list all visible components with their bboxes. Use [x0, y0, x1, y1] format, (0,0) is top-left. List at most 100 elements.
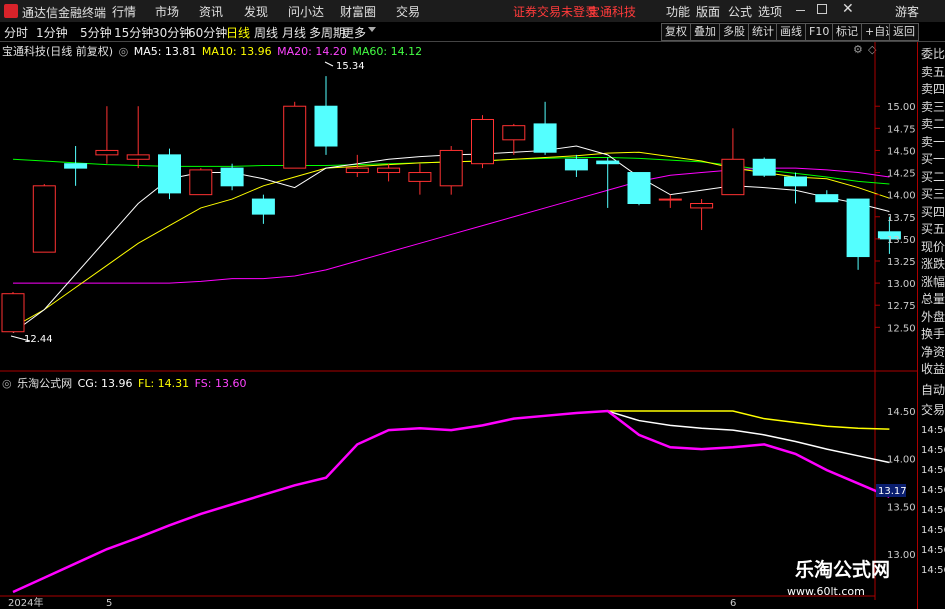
- candle-body: [784, 176, 807, 187]
- side-tab[interactable]: 14:56: [921, 502, 945, 519]
- price-tick: 12.50: [887, 323, 916, 334]
- candle: [502, 123, 526, 155]
- quote-label: 现价: [921, 239, 945, 254]
- candle-body: [815, 194, 839, 203]
- candle-body: [658, 198, 682, 201]
- side-tab[interactable]: 14:56: [921, 522, 945, 539]
- candle-body: [439, 149, 463, 187]
- price-axis: 15.00 14.75 14.50 14.25 14.00 13.75 13.50 13.25…: [875, 102, 916, 334]
- sub-tick: 13.50: [887, 502, 916, 513]
- quote-label: 买三: [921, 187, 945, 201]
- candle-body: [627, 172, 651, 204]
- low-price-label: 12.44: [24, 334, 53, 345]
- sub-tick: 13.00: [887, 550, 916, 561]
- kline-chart[interactable]: 15.00 14.75 14.50 14.25 14.00 13.75 13.50 13.25…: [0, 0, 917, 609]
- candle-body: [95, 149, 119, 156]
- candle-body: [690, 203, 714, 209]
- candle: [283, 101, 307, 169]
- candle-body: [345, 167, 369, 174]
- quote-label: 卖二: [921, 117, 945, 131]
- candle: [377, 163, 401, 182]
- candle: [658, 194, 682, 208]
- side-tab[interactable]: 自动: [921, 382, 945, 399]
- quote-label: 卖三: [921, 99, 945, 114]
- fs-line: [12, 409, 890, 594]
- price-tick: 14.50: [887, 146, 916, 157]
- quote-label: 买二: [921, 169, 945, 184]
- candle: [126, 106, 150, 169]
- candle-body: [502, 125, 526, 141]
- side-tab[interactable]: 14:56: [921, 542, 945, 559]
- side-tab[interactable]: 14:56: [921, 422, 945, 439]
- candle: [314, 76, 338, 155]
- side-tab[interactable]: 14:56: [921, 462, 945, 479]
- candle-body: [408, 172, 432, 182]
- candle: [32, 184, 56, 253]
- price-tick: 13.50: [887, 235, 916, 246]
- candle-body: [721, 158, 745, 196]
- candle: [64, 146, 88, 186]
- candle-body: [283, 105, 307, 169]
- candle-body: [251, 198, 275, 215]
- candle-body: [471, 118, 494, 165]
- watermark-title: 乐淘公式网: [795, 559, 891, 581]
- price-tick: 12.75: [887, 301, 916, 312]
- cg-line: [607, 410, 890, 464]
- price-tick: 15.00: [887, 102, 916, 113]
- high-marker-line: [324, 61, 334, 67]
- quote-label: 净资: [921, 344, 945, 359]
- date-label-june: 6: [730, 598, 736, 609]
- quote-label: 买五: [921, 222, 945, 236]
- candle-body: [314, 105, 338, 147]
- price-tick: 14.00: [887, 191, 916, 202]
- candle: [596, 157, 620, 208]
- high-price-label: 15.34: [336, 61, 365, 72]
- indicator-lines: [12, 409, 890, 594]
- quote-label: 换手: [921, 327, 945, 341]
- candle-body: [158, 154, 181, 194]
- quote-label: 外盘: [921, 309, 945, 324]
- candle: [815, 190, 839, 203]
- watermark-url: www.60lt.com: [787, 585, 865, 598]
- price-tick: 13.00: [887, 279, 916, 290]
- candle: [627, 172, 651, 206]
- candle-body: [220, 167, 244, 187]
- date-label-may: 5: [106, 598, 112, 609]
- quote-label: 卖五: [921, 64, 945, 79]
- fl-line: [607, 410, 890, 430]
- candle-body: [533, 123, 557, 153]
- side-tab[interactable]: 14:56: [921, 562, 945, 579]
- quote-label: 涨幅: [921, 274, 945, 289]
- candle-body: [564, 158, 588, 171]
- candle-body: [377, 167, 401, 174]
- side-tab[interactable]: 交易: [921, 402, 945, 419]
- candle-body: [32, 185, 56, 253]
- quote-side-panel: 委比 卖五 卖四 卖三 卖二 卖一 买一 买二 买三 买四 买五 现价 涨跌 涨幅 总量 外盘 换手 净资 收益 自动…: [917, 42, 945, 609]
- side-tab[interactable]: 14:56: [921, 442, 945, 459]
- sub-tick: 14.00: [887, 455, 916, 466]
- sub-tick: 14.50: [887, 407, 916, 418]
- price-tick: 14.75: [887, 124, 916, 135]
- candle: [533, 101, 557, 155]
- candle-body: [64, 163, 88, 169]
- candle: [251, 194, 275, 224]
- candle-body: [596, 160, 620, 165]
- candle-body: [126, 154, 150, 160]
- sub-axis: 14.50 14.00 13.50 13.00: [887, 407, 916, 561]
- candle-body: [1, 293, 25, 333]
- price-tick: 13.75: [887, 213, 916, 224]
- candle: [158, 148, 181, 200]
- candle-body: [846, 198, 870, 258]
- candle: [95, 106, 119, 164]
- side-tab[interactable]: 14:56: [921, 482, 945, 499]
- candle: [189, 168, 213, 196]
- candle: [471, 115, 494, 169]
- candle: [721, 128, 745, 196]
- quote-label: 卖四: [921, 82, 945, 96]
- candle-body: [189, 169, 213, 196]
- quote-label: 买一: [921, 152, 945, 166]
- candle: [408, 163, 432, 195]
- sub-axis-highlight-label: 13.17: [878, 486, 907, 497]
- price-tick: 13.25: [887, 257, 916, 268]
- quote-label: 委比: [921, 47, 945, 61]
